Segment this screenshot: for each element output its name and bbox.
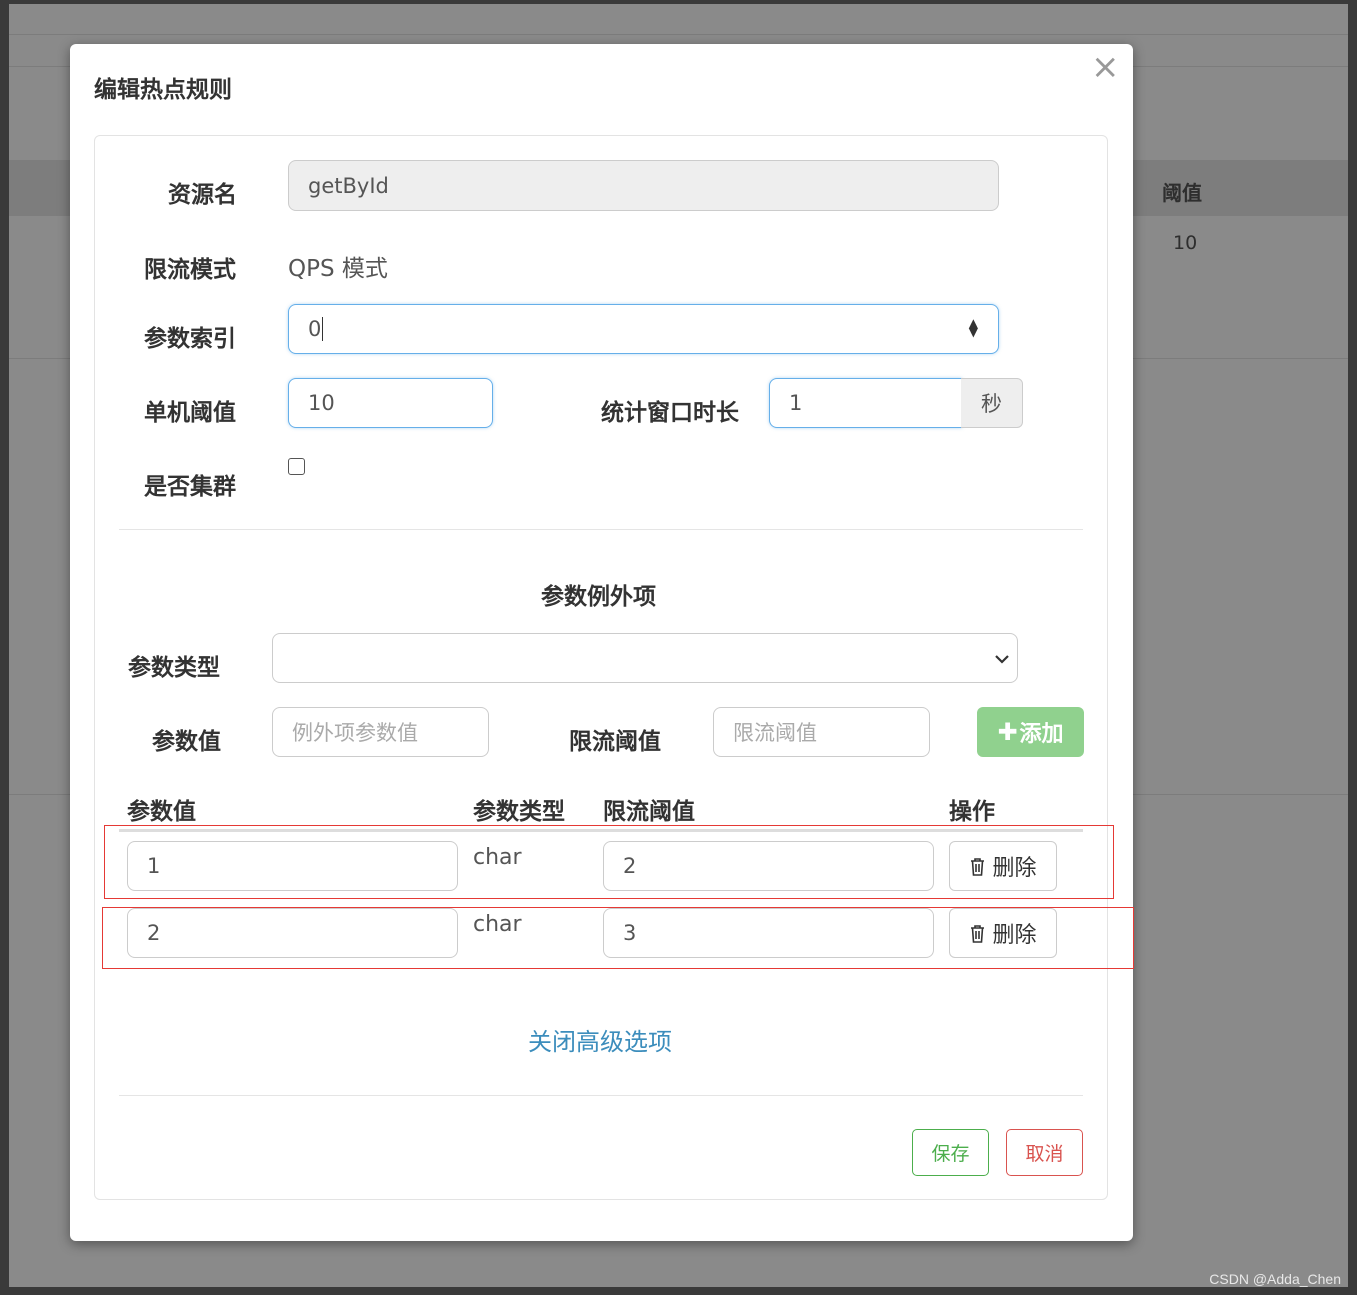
cancel-button[interactable]: 取消: [1006, 1129, 1083, 1176]
modal-title: 编辑热点规则: [94, 77, 232, 103]
table-header-action: 操作: [949, 799, 995, 825]
table-header-limit: 限流阈值: [603, 799, 695, 825]
param-index-input[interactable]: 0 ▲ ▼: [288, 304, 999, 354]
row-value-input[interactable]: 2: [127, 908, 458, 958]
row-limit-input[interactable]: 2: [603, 841, 934, 891]
delete-button[interactable]: 删除: [949, 841, 1057, 891]
background-column-header: 阈值: [1162, 181, 1202, 205]
row-limit: 3: [623, 921, 637, 945]
table-header-type: 参数类型: [473, 799, 565, 825]
add-button-label: 添加: [1019, 722, 1064, 747]
resource-name-input[interactable]: getById: [288, 160, 999, 211]
footer-divider: [119, 1095, 1083, 1096]
table-header-value: 参数值: [127, 799, 196, 825]
threshold-label: 单机阈值: [144, 400, 236, 426]
trash-icon: [971, 857, 985, 876]
row-type: char: [473, 845, 522, 870]
exceptions-title: 参数例外项: [541, 584, 656, 610]
param-value-placeholder: 例外项参数值: [292, 721, 418, 745]
threshold-input[interactable]: 10: [288, 378, 493, 428]
row-value: 1: [147, 854, 161, 878]
param-type-label: 参数类型: [128, 655, 220, 681]
add-button[interactable]: ✚ 添加: [977, 707, 1084, 757]
limit-threshold-placeholder: 限流阈值: [733, 721, 817, 745]
trash-icon: [971, 924, 985, 943]
close-advanced-link[interactable]: 关闭高级选项: [528, 1022, 672, 1057]
cluster-label: 是否集群: [144, 474, 236, 500]
section-divider: [119, 529, 1083, 530]
limit-threshold-label: 限流阈值: [569, 729, 661, 755]
param-index-value: 0: [308, 317, 322, 341]
window-unit-addon: 秒: [961, 378, 1023, 428]
row-value-input[interactable]: 1: [127, 841, 458, 891]
number-spinner-icon[interactable]: ▲ ▼: [969, 317, 978, 338]
chevron-down-icon: [995, 650, 1009, 668]
row-value: 2: [147, 921, 161, 945]
window-value: 1: [789, 391, 803, 415]
plus-icon: ✚: [997, 718, 1018, 746]
limit-mode-label: 限流模式: [144, 257, 236, 283]
delete-button[interactable]: 删除: [949, 908, 1057, 958]
row-limit-input[interactable]: 3: [603, 908, 934, 958]
background-cell: 10: [1173, 232, 1198, 254]
param-value-label: 参数值: [152, 729, 221, 755]
param-value-input[interactable]: 例外项参数值: [272, 707, 489, 757]
resource-name-value: getById: [308, 173, 389, 198]
param-type-select[interactable]: [272, 633, 1018, 683]
row-limit: 2: [623, 854, 637, 878]
param-index-label: 参数索引: [144, 326, 236, 352]
limit-threshold-input[interactable]: 限流阈值: [713, 707, 930, 757]
delete-button-label: 删除: [992, 923, 1037, 948]
save-button[interactable]: 保存: [912, 1129, 989, 1176]
resource-name-label: 资源名: [168, 182, 237, 208]
row-type: char: [473, 912, 522, 937]
close-icon[interactable]: ×: [1091, 50, 1120, 84]
cluster-checkbox[interactable]: [288, 458, 305, 475]
delete-button-label: 删除: [992, 856, 1037, 881]
window-label: 统计窗口时长: [601, 400, 739, 426]
window-input[interactable]: 1: [769, 378, 962, 428]
threshold-value: 10: [308, 391, 335, 415]
watermark: CSDN @Adda_Chen: [1209, 1271, 1341, 1287]
text-cursor: [322, 317, 324, 341]
background-divider: [9, 34, 1348, 35]
limit-mode-value: QPS 模式: [288, 256, 388, 282]
